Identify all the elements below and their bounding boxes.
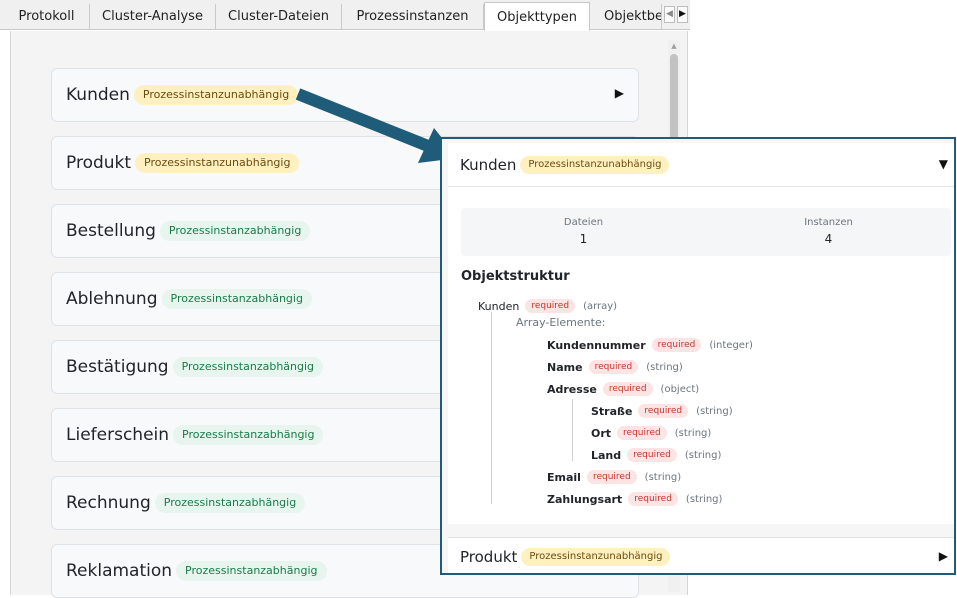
stats-box: Dateien 1 Instanzen 4 [461,208,951,256]
badge-independent: Prozessinstanzunabhängig [135,153,300,173]
required-badge: required [627,448,677,462]
stat-files-value: 1 [579,232,588,246]
field-type: (string) [696,405,733,417]
badge-independent: Prozessinstanzunabhängig [520,155,670,174]
field-row: Straße required (string) [591,404,733,418]
field-row: Email required (string) [547,470,681,484]
tab-bar: Protokoll Cluster-Analyse Cluster-Dateie… [0,0,690,31]
badge-dependent: Prozessinstanzabhängig [154,493,306,513]
field-row: Adresse required (object) [547,382,699,396]
detail-zoom-overlay: Kunden Prozessinstanzunabhängig ▼ Dateie… [440,137,956,575]
stat-instances: Instanzen 4 [706,216,951,246]
badge-independent: Prozessinstanzunabhängig [521,547,671,566]
field-row: Kundennummer required (integer) [547,338,753,352]
field-name: Name [547,360,583,374]
badge-dependent: Prozessinstanzabhängig [176,561,327,581]
detail-title: Kunden [460,155,517,174]
field-type: (array) [583,300,618,312]
stat-files: Dateien 1 [461,216,706,246]
field-type: (string) [674,427,712,439]
field-type: (integer) [709,339,753,351]
card-title: Kunden [66,85,130,105]
next-object-title: Produkt [460,547,518,566]
field-row-root: Kunden required (array) [478,299,617,313]
scroll-up-icon[interactable]: ▲ [668,40,680,52]
field-name: Zahlungsart [547,492,623,506]
required-badge: required [525,299,576,313]
card-title: Bestätigung [66,357,169,377]
field-name: Email [547,470,581,484]
field-type: (string) [646,361,683,373]
card-title: Reklamation [66,561,173,581]
card-title: Lieferschein [66,425,170,445]
badge-dependent: Prozessinstanzabhängig [161,289,312,309]
expand-arrow-icon[interactable]: ▶ [615,86,624,100]
badge-dependent: Prozessinstanzabhängig [159,221,311,241]
tab-protokoll[interactable]: Protokoll [4,4,90,30]
field-name: Kundennummer [547,338,646,352]
stat-files-label: Dateien [563,217,604,228]
required-badge: required [651,338,702,352]
required-badge: required [617,426,667,440]
card-title: Bestellung [66,221,156,241]
field-name: Land [591,448,622,462]
tree-guide-line [491,312,492,504]
section-title: Objektstruktur [461,269,570,284]
field-row: Land required (string) [591,448,721,462]
tab-scroll-right-icon[interactable]: ▶ [677,6,688,23]
required-badge: required [588,360,639,374]
field-type: (string) [685,493,723,505]
field-type: (string) [644,471,682,483]
detail-header[interactable]: Kunden Prozessinstanzunabhängig ▼ [448,143,954,187]
required-badge: required [638,404,689,418]
stat-instances-value: 4 [824,232,833,246]
required-badge: required [586,470,637,484]
badge-independent: Prozessinstanzunabhängig [133,85,299,105]
next-object-header[interactable]: Produkt Prozessinstanzunabhängig ▶ [448,537,954,573]
field-row: Name required (string) [547,360,683,374]
badge-dependent: Prozessinstanzabhängig [172,357,324,377]
tab-scroll-left-icon[interactable]: ◀ [664,6,675,23]
tab-cluster-dateien[interactable]: Cluster-Dateien [216,4,342,30]
tab-objekttypen[interactable]: Objekttypen [484,2,590,31]
field-row: Ort required (string) [591,426,711,440]
required-badge: required [628,492,678,506]
field-type: (string) [684,449,722,461]
tab-prozessinstanzen[interactable]: Prozessinstanzen [342,4,484,30]
required-badge: required [602,382,653,396]
expand-arrow-icon[interactable]: ▶ [939,549,948,563]
collapse-arrow-icon[interactable]: ▼ [939,157,948,171]
card-title: Produkt [66,153,132,173]
field-name: Kunden [478,299,520,313]
field-row: Zahlungsart required (string) [547,492,722,506]
card-title: Rechnung [66,493,151,513]
array-elements-label: Array-Elemente: [516,316,606,329]
tree-guide-line [572,399,573,461]
detail-body: Dateien 1 Instanzen 4 Objektstruktur Kun… [448,187,954,524]
card-title: Ablehnung [66,289,158,309]
badge-dependent: Prozessinstanzabhängig [173,425,324,445]
field-type: (object) [660,383,700,395]
tab-objektbe[interactable]: Objektbe [590,4,662,30]
tab-cluster-analyse[interactable]: Cluster-Analyse [90,4,216,30]
field-name: Adresse [547,382,597,396]
object-card-kunden[interactable]: Kunden Prozessinstanzunabhängig ▶ [51,68,639,122]
stat-instances-label: Instanzen [804,217,853,228]
field-name: Ort [591,426,612,440]
field-name: Straße [591,404,633,418]
